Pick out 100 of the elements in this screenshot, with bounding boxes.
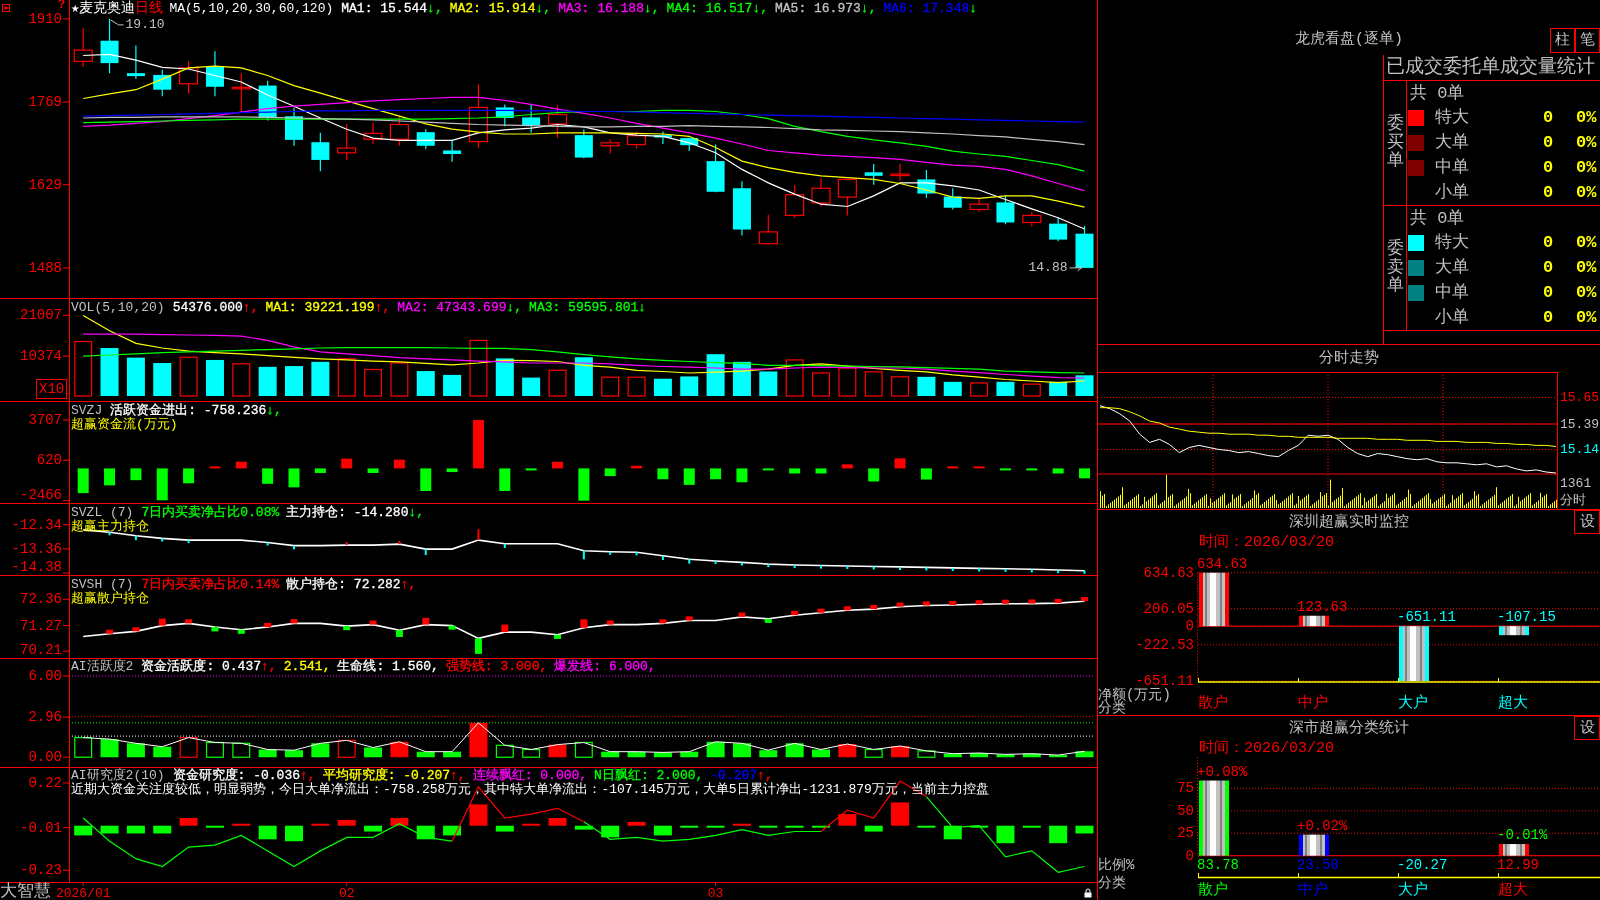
order-count: 0 [1543,134,1555,151]
axis-label: 620 [36,452,62,469]
trend-arrow: ↑, [374,301,391,315]
axis-label: 0 [1185,847,1194,864]
indicator-value: 资金活跃度: 0.437 [141,659,261,674]
axis-label: 71.27 [20,617,62,634]
indicator-value: MA4: 16.517 [666,1,753,16]
axis-label: 3707 [28,412,62,428]
price-label: 14.88 [1028,260,1068,276]
value-label: 23.50 [1297,857,1339,873]
indicator-value: MA2: 15.914 [449,1,536,16]
group-label: 委卖单 [1386,239,1404,297]
axis-label: 1769 [28,94,62,111]
value-label: 634.63 [1197,555,1248,572]
table-title: 已成交委托单成交量统计 [1386,58,1595,77]
change-label: +0.08% [1197,763,1248,780]
category-label: 超大 [1498,694,1528,712]
indicator-value: 7日内买卖净占比0.08% [141,506,280,520]
trend-arrow: ↑, [400,578,417,592]
order-count: 0 [1543,309,1555,326]
trend-arrow: ↑, [300,769,316,783]
axis-label: 1488 [28,259,62,276]
indicator-value: 生命线: 1.560, [337,659,439,674]
trend-arrow: ↓, [427,1,443,16]
indicator-value: MA5: 16.973 [775,1,861,16]
section-title: 分时走势 [1319,351,1379,366]
axis-label: 206.05 [1143,600,1194,617]
axis-label: 70.21 [20,642,62,658]
axis-label: -2466 [20,487,62,503]
trend-arrow: ↑, [757,769,773,783]
order-type: 大单 [1434,259,1470,276]
section-title: 深圳超赢实时监控 [1289,514,1409,530]
date-label: 03 [707,885,724,900]
indicator-name: MA(5,10,20,30,60,120) [169,1,334,16]
trend-arrow: ↓, [535,1,552,16]
indicator-value: MA3: 59595.801 [529,301,639,315]
indicator-value: 2.541, [283,659,331,674]
trend-arrow: ↓ [638,301,647,315]
axis-label: -222.53 [1135,636,1194,653]
value-label: -20.27 [1397,857,1448,873]
indicator-value: -0.207 [710,769,758,783]
order-count: 0 [1543,284,1555,301]
axis-label: 25 [1177,825,1194,842]
price-label: 19.10 [125,17,165,33]
trend-arrow: ↓, [752,1,768,16]
indicator-value: MA3: 16.188 [558,1,644,16]
order-share: 0% [1576,259,1597,276]
order-count: 0 [1543,259,1555,276]
category-label: 中户 [1298,694,1328,712]
unit-label: X10 [36,379,68,399]
indicator-subtitle: 超赢散户持仓 [71,592,149,606]
axis-label: 0 [1185,618,1194,635]
stock-title: ★麦克奥迪 [71,1,136,16]
category-label: 大户 [1398,694,1428,712]
order-type: 大单 [1434,134,1470,151]
trend-arrow: ↑, [242,301,259,315]
value-label: -651.11 [1397,609,1456,626]
trend-arrow: ↓, [266,404,282,418]
axis-label: -12.34 [11,516,62,533]
app-name: 大智慧 [0,883,51,900]
change-label: +0.02% [1297,817,1348,834]
axis-label: -0.23 [20,862,62,879]
axis-label: 72.36 [20,591,62,608]
order-type: 特大 [1434,109,1470,126]
axis-label: 1910 [28,10,62,27]
indicator-value: 连续飘红: 0.000, [472,769,588,783]
order-type: 中单 [1434,159,1470,176]
order-count: 0 [1543,159,1555,176]
indicator-name: AI活跃度2 [71,659,134,674]
category-label: 大户 [1398,881,1428,899]
axis-label: 15.14 [1560,442,1599,457]
indicator-value: 爆发线: 6.000, [554,659,656,674]
indicator-value: 54376.000 [172,301,243,315]
trend-arrow: ↓, [506,301,523,315]
indicator-value: 活跃资金进出: -758.236 [110,404,267,418]
indicator-value: MA2: 47343.699 [397,301,507,315]
order-type: 小单 [1434,309,1470,326]
order-share: 0% [1576,309,1597,326]
change-label: -0.01% [1497,827,1548,844]
indicator-name: SVZJ [71,404,103,418]
axis-label: 75 [1177,780,1194,797]
date-label: 02 [338,885,355,900]
axis-label: 10374 [20,348,62,365]
axis-label: 分时 [1560,492,1586,508]
axis-label: -651.11 [1135,673,1194,689]
date-label: 2026/01 [55,885,111,900]
trend-arrow: ↑, [261,659,277,674]
order-count: 0 [1543,109,1555,126]
axis-label: -0.01 [20,819,62,836]
timestamp: 时间：2026/03/20 [1199,535,1334,550]
axis-label: 1361 [1560,475,1592,491]
order-count: 0 [1543,234,1555,251]
section-title: 深市超赢分类统计 [1289,720,1409,736]
axis-title: 分类 [1098,700,1126,715]
group-label: 委买单 [1386,114,1404,172]
axis-label: -14.38 [11,559,62,575]
value-label: -107.15 [1497,609,1556,626]
order-total: 共 0单 [1410,209,1465,227]
value-label: 123.63 [1297,598,1348,615]
trend-arrow: ↓, [860,1,877,16]
